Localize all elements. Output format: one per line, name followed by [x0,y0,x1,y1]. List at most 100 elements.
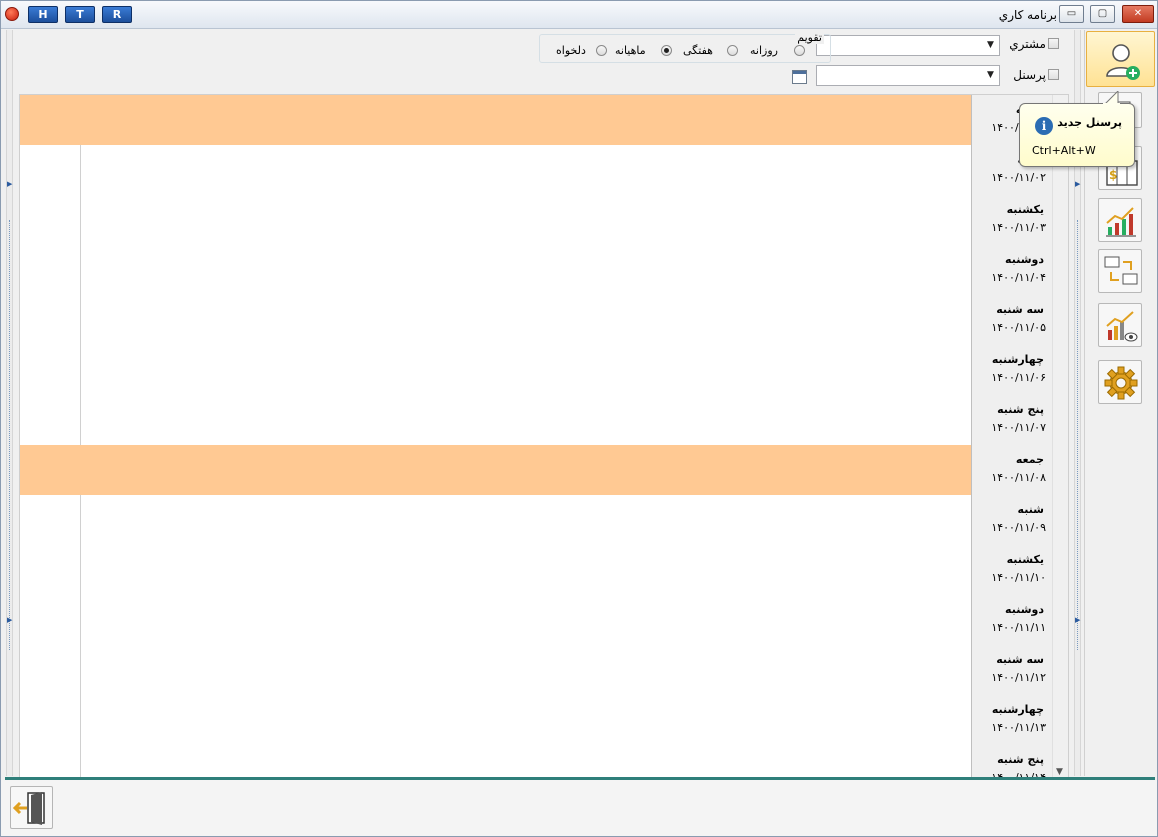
day-cell[interactable] [20,545,971,595]
calendar-icon[interactable] [792,70,807,84]
day-header[interactable]: يكشنبه ۱۴۰۰/۱۱/۰۳ [971,195,1052,245]
minimize-icon: ▭ [1066,8,1077,19]
info-icon: i [1035,117,1053,135]
minimize-button[interactable]: ▭ [1059,5,1084,23]
day-date: ۱۴۰۰/۱۱/۱۱ [991,621,1046,634]
schedule-row: شنبه ۱۴۰۰/۱۱/۰۹ [20,495,1052,545]
personnel-combo[interactable]: ▼ [816,65,1000,86]
restore-icon: ▢ [1097,8,1108,19]
new-personnel-button[interactable] [1086,31,1155,87]
settings-button[interactable] [1098,360,1142,404]
day-cell[interactable] [20,495,971,545]
day-name: شنبه [1017,503,1044,516]
day-cell[interactable] [20,145,971,195]
schedule-row: دوشنبه ۱۴۰۰/۱۱/۱۱ [20,595,1052,645]
day-cell[interactable] [20,695,971,745]
hotkey-t-button[interactable]: T [65,6,95,23]
column-divider [80,545,81,595]
column-divider [80,695,81,745]
day-header[interactable]: شنبه ۱۴۰۰/۱۱/۰۹ [971,495,1052,545]
restore-button[interactable]: ▢ [1090,5,1115,23]
day-name: سه شنبه [996,653,1044,666]
day-header[interactable]: چهارشنبه ۱۴۰۰/۱۱/۱۳ [971,695,1052,745]
schedule-row: جمعه ۱۴۰۰/۱۱/۰۸ [20,445,1052,495]
chart-button[interactable] [1098,198,1142,242]
report-view-icon [1106,311,1138,342]
chevron-down-icon[interactable]: ▼ [987,70,994,80]
day-header[interactable]: دوشنبه ۱۴۰۰/۱۱/۱۱ [971,595,1052,645]
transfer-icon [1104,256,1138,285]
radio-custom-label: دلخواه [556,44,586,57]
schedule-row: يكشنبه ۱۴۰۰/۱۱/۰۳ [20,195,1052,245]
day-date: ۱۴۰۰/۱۱/۰۳ [991,221,1046,234]
day-date: ۱۴۰۰/۱۱/۰۸ [991,471,1046,484]
radio-monthly[interactable] [661,45,672,56]
day-cell[interactable] [20,445,971,495]
schedule-row: سه شنبه ۱۴۰۰/۱۱/۰۵ [20,295,1052,345]
day-cell[interactable] [20,595,971,645]
column-divider [80,295,81,345]
schedule-row: يكشنبه ۱۴۰۰/۱۱/۱۰ [20,545,1052,595]
day-name: يكشنبه [1006,203,1044,216]
column-divider [80,145,81,195]
day-date: ۱۴۰۰/۱۱/۰۹ [991,521,1046,534]
day-header[interactable]: جمعه ۱۴۰۰/۱۱/۰۸ [971,445,1052,495]
customer-checkbox[interactable] [1048,38,1059,49]
tooltip-shortcut: Ctrl+Alt+W [1032,144,1096,157]
day-name: دوشنبه [1005,253,1044,266]
day-cell[interactable] [20,245,971,295]
day-header[interactable]: دوشنبه ۱۴۰۰/۱۱/۰۴ [971,245,1052,295]
column-divider [80,645,81,695]
tooltip-pointer [1103,91,1120,105]
column-divider [80,245,81,295]
column-divider [80,595,81,645]
day-header[interactable]: چهارشنبه ۱۴۰۰/۱۱/۰۶ [971,345,1052,395]
splitter-grip [1077,220,1078,650]
day-cell[interactable] [20,295,971,345]
day-date: ۱۴۰۰/۱۱/۰۴ [991,271,1046,284]
new-personnel-tooltip: i پرسنل جديد Ctrl+Alt+W [1019,91,1135,167]
radio-custom[interactable] [596,45,607,56]
expand-arrow-icon[interactable]: ▶ [7,616,12,624]
scroll-down-icon[interactable]: ▼ [1056,767,1063,777]
chevron-down-icon[interactable]: ▼ [987,40,994,50]
day-name: سه شنبه [996,303,1044,316]
personnel-checkbox[interactable] [1048,69,1059,80]
day-cell[interactable] [20,395,971,445]
hotkey-h-button[interactable]: H [28,6,58,23]
svg-text:$: $ [1109,168,1117,182]
close-button[interactable]: ✕ [1122,5,1154,23]
day-header[interactable]: پنج شنبه ۱۴۰۰/۱۱/۰۷ [971,395,1052,445]
day-name: چهارشنبه [991,703,1044,716]
close-icon: ✕ [1133,8,1143,19]
day-name: دوشنبه [1005,603,1044,616]
day-header[interactable]: سه شنبه ۱۴۰۰/۱۱/۱۲ [971,645,1052,695]
hotkey-r-button[interactable]: R [102,6,132,23]
expand-arrow-icon[interactable]: ▶ [1075,180,1080,188]
bottom-bar [1,780,1157,836]
report-view-button[interactable] [1098,303,1142,347]
radio-weekly[interactable] [727,45,738,56]
day-cell[interactable] [20,645,971,695]
vertical-scrollbar[interactable]: ▼ [1052,95,1068,777]
radio-daily[interactable] [794,45,805,56]
exit-button[interactable] [10,786,53,829]
add-personnel-icon [1106,44,1140,80]
day-cell[interactable] [20,195,971,245]
day-cell[interactable] [20,745,971,777]
day-cell[interactable] [20,95,971,145]
schedule-row: پنج شنبه ۱۴۰۰/۱۱/۱۴ [20,745,1052,777]
customer-combo[interactable]: ▼ [816,35,1000,56]
left-splitter[interactable]: ▶ ▶ [6,30,13,776]
settings-icon [1104,366,1138,400]
day-cell[interactable] [20,345,971,395]
expand-arrow-icon[interactable]: ▶ [1075,616,1080,624]
expand-arrow-icon[interactable]: ▶ [7,180,12,188]
column-divider [80,495,81,545]
day-header[interactable]: يكشنبه ۱۴۰۰/۱۱/۱۰ [971,545,1052,595]
transfer-button[interactable] [1098,249,1142,293]
day-header[interactable]: سه شنبه ۱۴۰۰/۱۱/۰۵ [971,295,1052,345]
chart-icon [1106,207,1136,237]
day-name: چهارشنبه [991,353,1044,366]
day-header[interactable]: پنج شنبه ۱۴۰۰/۱۱/۱۴ [971,745,1052,777]
